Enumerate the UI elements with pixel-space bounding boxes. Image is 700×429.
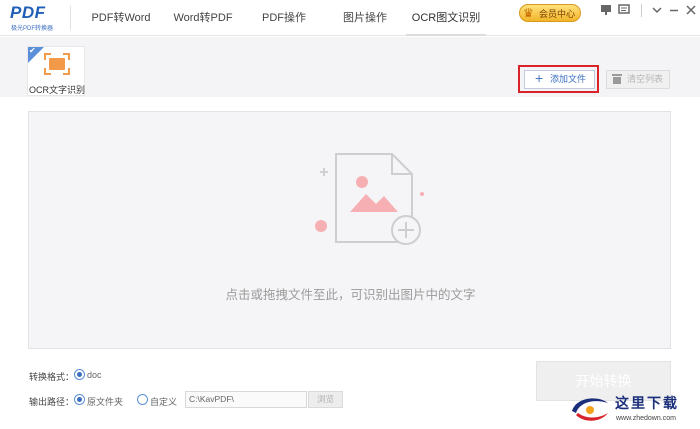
vip-center-button[interactable]: ♛ 会员中心 bbox=[519, 4, 581, 22]
tab-pdf-operations[interactable]: PDF操作 bbox=[252, 0, 316, 36]
output-custom-radio[interactable] bbox=[137, 394, 148, 405]
logo-text: PDF bbox=[10, 3, 46, 22]
add-file-label: 添加文件 bbox=[550, 74, 587, 84]
plus-icon: + bbox=[535, 70, 544, 86]
site-watermark: 这里下载 www.zhedown.com bbox=[568, 391, 698, 429]
watermark-url: www.zhedown.com bbox=[616, 415, 676, 422]
app-logo: PDF 极光PDF转换器 bbox=[10, 3, 60, 33]
drop-zone-hint: 点击或拖拽文件至此，可识别出图片中的文字 bbox=[225, 288, 476, 302]
minimize-icon[interactable] bbox=[667, 4, 681, 18]
tab-image-operations[interactable]: 图片操作 bbox=[333, 0, 397, 36]
ocr-scan-icon bbox=[44, 53, 70, 75]
file-drop-zone[interactable]: 点击或拖拽文件至此，可识别出图片中的文字 bbox=[28, 111, 671, 349]
add-image-illustration-icon bbox=[315, 153, 424, 245]
vip-center-label: 会员中心 bbox=[539, 9, 576, 19]
logo-subtitle: 极光PDF转换器 bbox=[11, 26, 54, 32]
top-bar: PDF 极光PDF转换器 PDF转Word Word转PDF PDF操作 图片操… bbox=[0, 0, 700, 36]
output-original-label: 原文件夹 bbox=[87, 397, 124, 407]
watermark-logo-icon bbox=[572, 398, 608, 421]
divider bbox=[641, 4, 642, 17]
check-icon: ✔ bbox=[29, 46, 36, 55]
output-path-label: 输出路径： bbox=[29, 397, 75, 407]
tab-pdf-to-word[interactable]: PDF转Word bbox=[86, 0, 156, 36]
close-icon[interactable] bbox=[684, 4, 698, 18]
crown-icon: ♛ bbox=[523, 6, 534, 20]
browse-button[interactable]: 浏览 bbox=[308, 391, 343, 408]
trash-icon bbox=[612, 74, 622, 84]
output-original-radio[interactable] bbox=[74, 394, 85, 405]
output-path-input[interactable]: C:\KavPDF\ bbox=[185, 391, 307, 408]
tab-ocr[interactable]: OCR图文识别 bbox=[406, 0, 486, 36]
add-file-button[interactable]: + 添加文件 bbox=[524, 70, 595, 89]
clear-list-label: 清空列表 bbox=[627, 74, 664, 84]
format-doc-radio[interactable] bbox=[74, 369, 85, 380]
ocr-text-recognition-card[interactable]: ✔ OCR文字识别 bbox=[27, 46, 85, 96]
output-custom-label: 自定义 bbox=[150, 397, 178, 407]
pin-icon[interactable] bbox=[599, 4, 613, 18]
clear-list-button[interactable]: 清空列表 bbox=[606, 70, 670, 89]
format-label: 转换格式： bbox=[29, 372, 75, 382]
ocr-card-label: OCR文字识别 bbox=[29, 85, 85, 95]
format-doc-label: doc bbox=[87, 370, 102, 380]
divider bbox=[70, 6, 71, 30]
message-icon[interactable] bbox=[617, 4, 631, 18]
watermark-title: 这里下载 bbox=[615, 396, 679, 412]
menu-dropdown-icon[interactable] bbox=[650, 4, 664, 18]
tab-word-to-pdf[interactable]: Word转PDF bbox=[168, 0, 238, 36]
